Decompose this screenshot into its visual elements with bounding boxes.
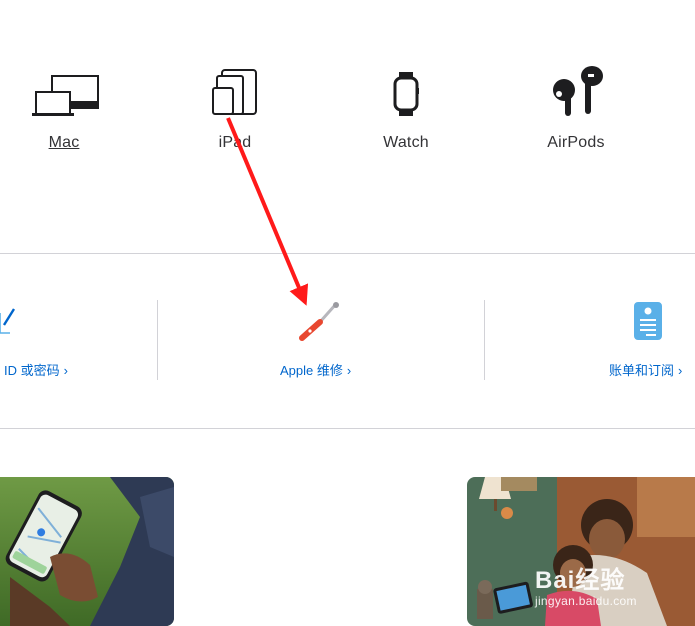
product-label-ipad[interactable]: iPad xyxy=(175,134,295,152)
airpods-icon xyxy=(516,66,636,122)
support-page: Mac iPad Watch AirPods ID 或密码 › Apple 维修… xyxy=(0,0,695,626)
baidu-jingyan-watermark: Bai经验 xyxy=(535,567,626,594)
product-label-airpods[interactable]: AirPods xyxy=(516,134,636,152)
pencil-icon xyxy=(0,303,16,337)
service-link-id-password[interactable]: ID 或密码 › xyxy=(4,360,68,379)
service-label-repair: Apple 维修 xyxy=(280,363,343,378)
receipt-icon xyxy=(632,300,664,342)
section-divider xyxy=(0,253,695,254)
service-link-billing-subscriptions[interactable]: 账单和订阅 › xyxy=(609,360,682,379)
product-label-watch[interactable]: Watch xyxy=(346,134,466,152)
service-label-id: ID 或密码 xyxy=(4,363,60,378)
vertical-divider xyxy=(157,300,158,380)
product-label-mac[interactable]: Mac xyxy=(4,134,124,152)
service-label-billing: 账单和订阅 xyxy=(609,363,675,378)
watch-icon xyxy=(346,66,466,122)
chevron-right-icon: › xyxy=(346,363,352,378)
chevron-right-icon: › xyxy=(678,363,683,378)
baidu-jingyan-watermark-url: jingyan.baidu.com xyxy=(535,594,637,608)
person-holding-phone-map-photo[interactable] xyxy=(0,477,174,626)
section-divider xyxy=(0,428,695,429)
mac-icon xyxy=(4,66,124,122)
wrench-screwdriver-icon xyxy=(298,300,342,344)
ipad-icon xyxy=(175,66,295,122)
service-link-apple-repair[interactable]: Apple 维修 › xyxy=(280,360,351,379)
vertical-divider xyxy=(484,300,485,380)
chevron-right-icon: › xyxy=(63,363,68,378)
